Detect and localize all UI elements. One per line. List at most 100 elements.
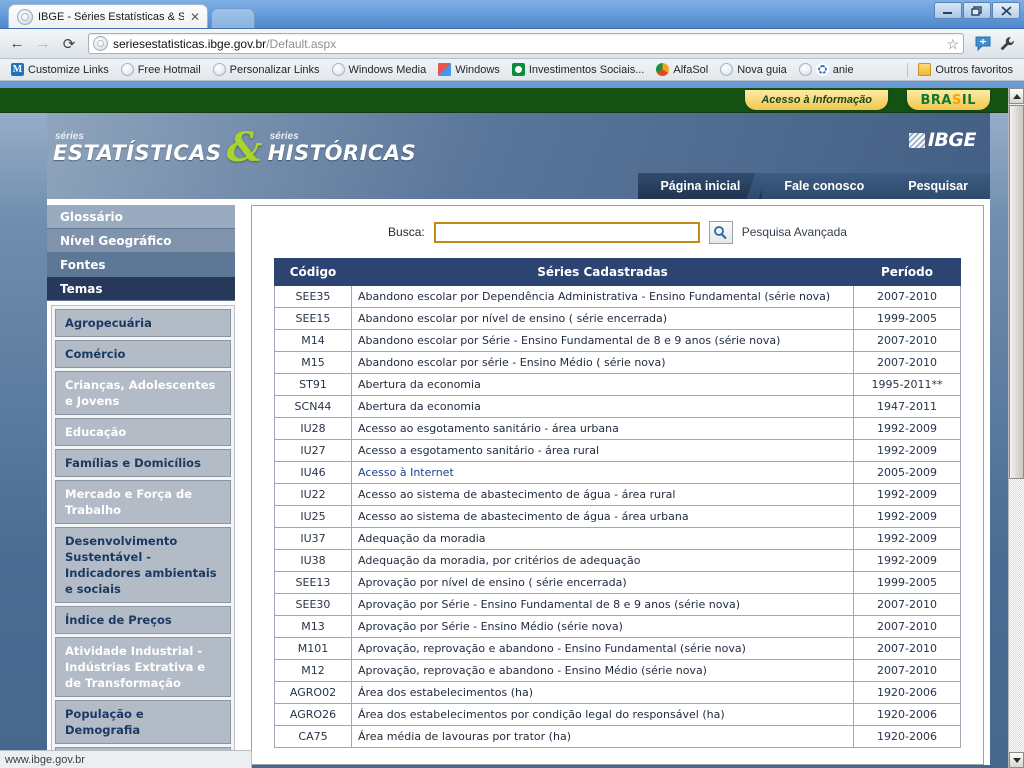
- cell-name[interactable]: Área dos estabelecimentos por condição l…: [351, 703, 854, 726]
- acesso-informacao-button[interactable]: Acesso à Informação: [745, 90, 888, 110]
- window-restore-button[interactable]: [963, 2, 991, 19]
- new-tab-button[interactable]: [211, 8, 255, 28]
- cell-name[interactable]: Abertura da economia: [351, 373, 854, 396]
- sidebar: Glossário Nível Geográfico Fontes Temas …: [47, 199, 243, 765]
- table-row[interactable]: IU27 Acesso a esgotamento sanitário - áre…: [274, 439, 961, 462]
- scroll-down-button[interactable]: [1009, 752, 1024, 768]
- cell-name[interactable]: Acesso ao esgotamento sanitário - área u…: [351, 417, 854, 440]
- chrome-menu-wrench-icon[interactable]: [996, 33, 1018, 55]
- theme-desenvolvimento-sustentavel[interactable]: Desenvolvimento Sustentável - Indicadore…: [55, 527, 231, 603]
- advanced-search-link[interactable]: Pesquisa Avançada: [742, 225, 847, 239]
- tab-close-icon[interactable]: ✕: [189, 11, 201, 23]
- column-header-codigo[interactable]: Código: [274, 258, 352, 286]
- bookmark-item[interactable]: M Customize Links: [6, 62, 114, 77]
- table-row[interactable]: M101 Aprovação, reprovação e abandono - E…: [274, 637, 961, 660]
- ibge-logo[interactable]: IBGE: [908, 129, 977, 151]
- brasil-logo[interactable]: BRA S IL: [906, 90, 990, 110]
- cell-name[interactable]: Aprovação por Série - Ensino Fundamental…: [351, 593, 854, 616]
- window-close-button[interactable]: [992, 2, 1020, 19]
- sidebar-item-glossario[interactable]: Glossário: [47, 205, 235, 229]
- table-row[interactable]: IU28 Acesso ao esgotamento sanitário - ár…: [274, 417, 961, 440]
- sidebar-item-nivel-geografico[interactable]: Nível Geográfico: [47, 229, 235, 253]
- bookmark-star-icon[interactable]: ☆: [946, 37, 959, 51]
- table-row[interactable]: SCN44 Abertura da economia 1947-2011: [274, 395, 961, 418]
- sidebar-item-temas[interactable]: Temas: [47, 277, 235, 301]
- table-row[interactable]: SEE35 Abandono escolar por Dependência Ad…: [274, 285, 961, 308]
- browser-tab-active[interactable]: IBGE - Séries Estatísticas & Sér ✕: [8, 4, 208, 28]
- bookmark-item[interactable]: Personalizar Links: [208, 62, 325, 77]
- status-bar: www.ibge.gov.br: [0, 750, 252, 768]
- table-row[interactable]: IU37 Adequação da moradia 1992-2009: [274, 527, 961, 550]
- translate-icon[interactable]: [972, 33, 994, 55]
- table-row[interactable]: M13 Aprovação por Série - Ensino Médio (s…: [274, 615, 961, 638]
- theme-comercio[interactable]: Comércio: [55, 340, 231, 368]
- table-row[interactable]: IU25 Acesso ao sistema de abastecimento d…: [274, 505, 961, 528]
- bookmark-item[interactable]: Nova guia: [715, 62, 792, 77]
- table-row[interactable]: ST91 Abertura da economia 1995-2011**: [274, 373, 961, 396]
- series-link[interactable]: Acesso à Internet: [358, 466, 454, 479]
- theme-agropecuaria[interactable]: Agropecuária: [55, 309, 231, 337]
- cell-name[interactable]: Aprovação, reprovação e abandono - Ensin…: [351, 659, 854, 682]
- content-area: Glossário Nível Geográfico Fontes Temas …: [47, 199, 990, 765]
- theme-mercado-forca-trabalho[interactable]: Mercado e Força de Trabalho: [55, 480, 231, 524]
- nav-tab-fale-conosco[interactable]: Fale conosco: [762, 173, 887, 199]
- scroll-up-button[interactable]: [1009, 88, 1024, 104]
- scrollbar-thumb[interactable]: [1009, 105, 1024, 479]
- bookmark-item[interactable]: anie: [794, 62, 859, 77]
- nav-tab-pagina-inicial[interactable]: Página inicial: [638, 173, 763, 199]
- cell-name-link[interactable]: Acesso à Internet: [351, 461, 854, 484]
- theme-criancas-adolescentes-jovens[interactable]: Crianças, Adolescentes e Jovens: [55, 371, 231, 415]
- window-minimize-button[interactable]: [934, 2, 962, 19]
- search-input[interactable]: [433, 221, 700, 243]
- table-row[interactable]: M15 Abandono escolar por série - Ensino M…: [274, 351, 961, 374]
- other-bookmarks-folder[interactable]: Outros favoritos: [913, 62, 1018, 77]
- cell-name[interactable]: Abertura da economia: [351, 395, 854, 418]
- cell-name[interactable]: Acesso ao sistema de abastecimento de ág…: [351, 483, 854, 506]
- table-row[interactable]: IU38 Adequação da moradia, por critérios …: [274, 549, 961, 572]
- reload-button[interactable]: ⟳: [58, 33, 80, 55]
- cell-name[interactable]: Área dos estabelecimentos (ha): [351, 681, 854, 704]
- table-row[interactable]: AGRO02 Área dos estabelecimentos (ha) 1920…: [274, 681, 961, 704]
- table-row[interactable]: M14 Abandono escolar por Série - Ensino F…: [274, 329, 961, 352]
- search-button[interactable]: [708, 220, 733, 244]
- theme-indice-precos[interactable]: Índice de Preços: [55, 606, 231, 634]
- cell-name[interactable]: Adequação da moradia: [351, 527, 854, 550]
- theme-educacao[interactable]: Educação: [55, 418, 231, 446]
- back-button[interactable]: ←: [6, 33, 28, 55]
- table-row[interactable]: IU46 Acesso à Internet 2005-2009: [274, 461, 961, 484]
- bookmark-item[interactable]: Windows: [433, 62, 505, 77]
- cell-name[interactable]: Acesso ao sistema de abastecimento de ág…: [351, 505, 854, 528]
- cell-name[interactable]: Aprovação por nível de ensino ( série en…: [351, 571, 854, 594]
- table-row[interactable]: SEE15 Abandono escolar por nível de ensin…: [274, 307, 961, 330]
- bookmark-item[interactable]: AlfaSol: [651, 62, 713, 77]
- theme-familias-domicilios[interactable]: Famílias e Domicílios: [55, 449, 231, 477]
- site-logo[interactable]: séries ESTATÍSTICAS & séries HISTÓRICAS: [53, 128, 416, 168]
- cell-name[interactable]: Abandono escolar por série - Ensino Médi…: [351, 351, 854, 374]
- nav-tab-pesquisar[interactable]: Pesquisar: [886, 173, 990, 199]
- column-header-series-cadastradas[interactable]: Séries Cadastradas: [351, 258, 854, 286]
- theme-atividade-industrial[interactable]: Atividade Industrial - Indústrias Extrat…: [55, 637, 231, 697]
- bookmark-item[interactable]: Windows Media: [327, 62, 432, 77]
- theme-populacao-demografia[interactable]: População e Demografia: [55, 700, 231, 744]
- cell-name[interactable]: Adequação da moradia, por critérios de a…: [351, 549, 854, 572]
- cell-name[interactable]: Aprovação por Série - Ensino Médio (séri…: [351, 615, 854, 638]
- table-row[interactable]: M12 Aprovação, reprovação e abandono - En…: [274, 659, 961, 682]
- table-row[interactable]: AGRO26 Área dos estabelecimentos por cond…: [274, 703, 961, 726]
- table-row[interactable]: CA75 Área média de lavouras por trator (h…: [274, 725, 961, 748]
- bookmark-item[interactable]: Free Hotmail: [116, 62, 206, 77]
- table-row[interactable]: IU22 Acesso ao sistema de abastecimento d…: [274, 483, 961, 506]
- cell-name[interactable]: Abandono escolar por Série - Ensino Fund…: [351, 329, 854, 352]
- address-bar[interactable]: seriesestatisticas.ibge.gov.br/Default.a…: [88, 33, 964, 54]
- forward-button[interactable]: →: [32, 33, 54, 55]
- cell-name[interactable]: Área média de lavouras por trator (ha): [351, 725, 854, 748]
- table-row[interactable]: SEE13 Aprovação por nível de ensino ( sér…: [274, 571, 961, 594]
- bookmark-item[interactable]: Investimentos Sociais...: [507, 62, 650, 77]
- cell-name[interactable]: Acesso a esgotamento sanitário - área ru…: [351, 439, 854, 462]
- cell-name[interactable]: Abandono escolar por Dependência Adminis…: [351, 285, 854, 308]
- column-header-periodo[interactable]: Período: [853, 258, 961, 286]
- cell-name[interactable]: Aprovação, reprovação e abandono - Ensin…: [351, 637, 854, 660]
- page-vertical-scrollbar[interactable]: [1008, 88, 1024, 768]
- cell-name[interactable]: Abandono escolar por nível de ensino ( s…: [351, 307, 854, 330]
- sidebar-item-fontes[interactable]: Fontes: [47, 253, 235, 277]
- table-row[interactable]: SEE30 Aprovação por Série - Ensino Fundam…: [274, 593, 961, 616]
